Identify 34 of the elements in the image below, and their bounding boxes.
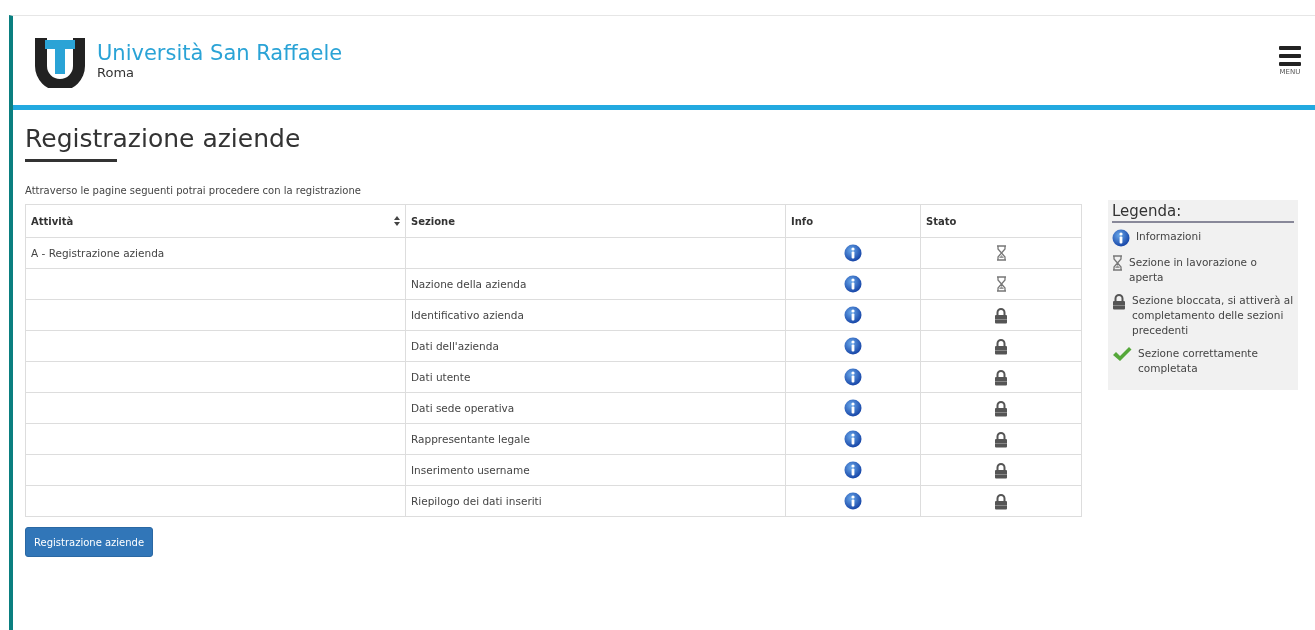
- section-cell: Identificativo azienda: [405, 299, 786, 331]
- column-header: Attività: [31, 215, 74, 227]
- sort-icon[interactable]: [394, 216, 400, 226]
- page-title: Registrazione aziende: [25, 124, 301, 155]
- university-name: Università San Raffaele: [97, 41, 343, 65]
- city-name: Roma: [97, 65, 136, 80]
- section-cell: Dati sede operativa: [405, 392, 786, 424]
- info-icon[interactable]: [844, 492, 862, 510]
- activity-cell: A - Registrazione azienda: [25, 237, 406, 269]
- legend-text: Sezione correttamente completata: [1138, 346, 1259, 376]
- legend-text: Sezione bloccata, si attiverà al completamento delle sezioni precedenti: [1132, 293, 1294, 338]
- column-header: Sezione: [405, 204, 786, 238]
- info-icon[interactable]: [844, 337, 862, 355]
- section-cell: Riepilogo dei dati inseriti: [405, 485, 786, 517]
- register-button[interactable]: Registrazione aziende: [25, 527, 154, 557]
- column-header: Info: [785, 204, 921, 238]
- section-cell: Rappresentante legale: [405, 423, 786, 455]
- info-icon[interactable]: [844, 430, 862, 448]
- info-icon[interactable]: [844, 244, 862, 262]
- info-icon[interactable]: [844, 306, 862, 324]
- info-icon[interactable]: [844, 399, 862, 417]
- legend-text: Informazioni: [1136, 229, 1202, 244]
- legend-text: Sezione in lavorazione o aperta: [1129, 255, 1258, 285]
- section-cell: Inserimento username: [405, 454, 786, 486]
- section-cell: Nazione della azienda: [405, 268, 786, 300]
- column-header: Stato: [920, 204, 1082, 238]
- info-icon[interactable]: [844, 275, 862, 293]
- info-icon[interactable]: [844, 368, 862, 386]
- menu-icon: [1279, 45, 1301, 66]
- info-icon[interactable]: [844, 461, 862, 479]
- legend-title: Legenda:: [1112, 202, 1294, 223]
- intro-text: Attraverso le pagine seguenti potrai procedere con la registrazione: [25, 185, 361, 196]
- section-cell: Dati utente: [405, 361, 786, 393]
- section-cell: Dati dell'azienda: [405, 330, 786, 362]
